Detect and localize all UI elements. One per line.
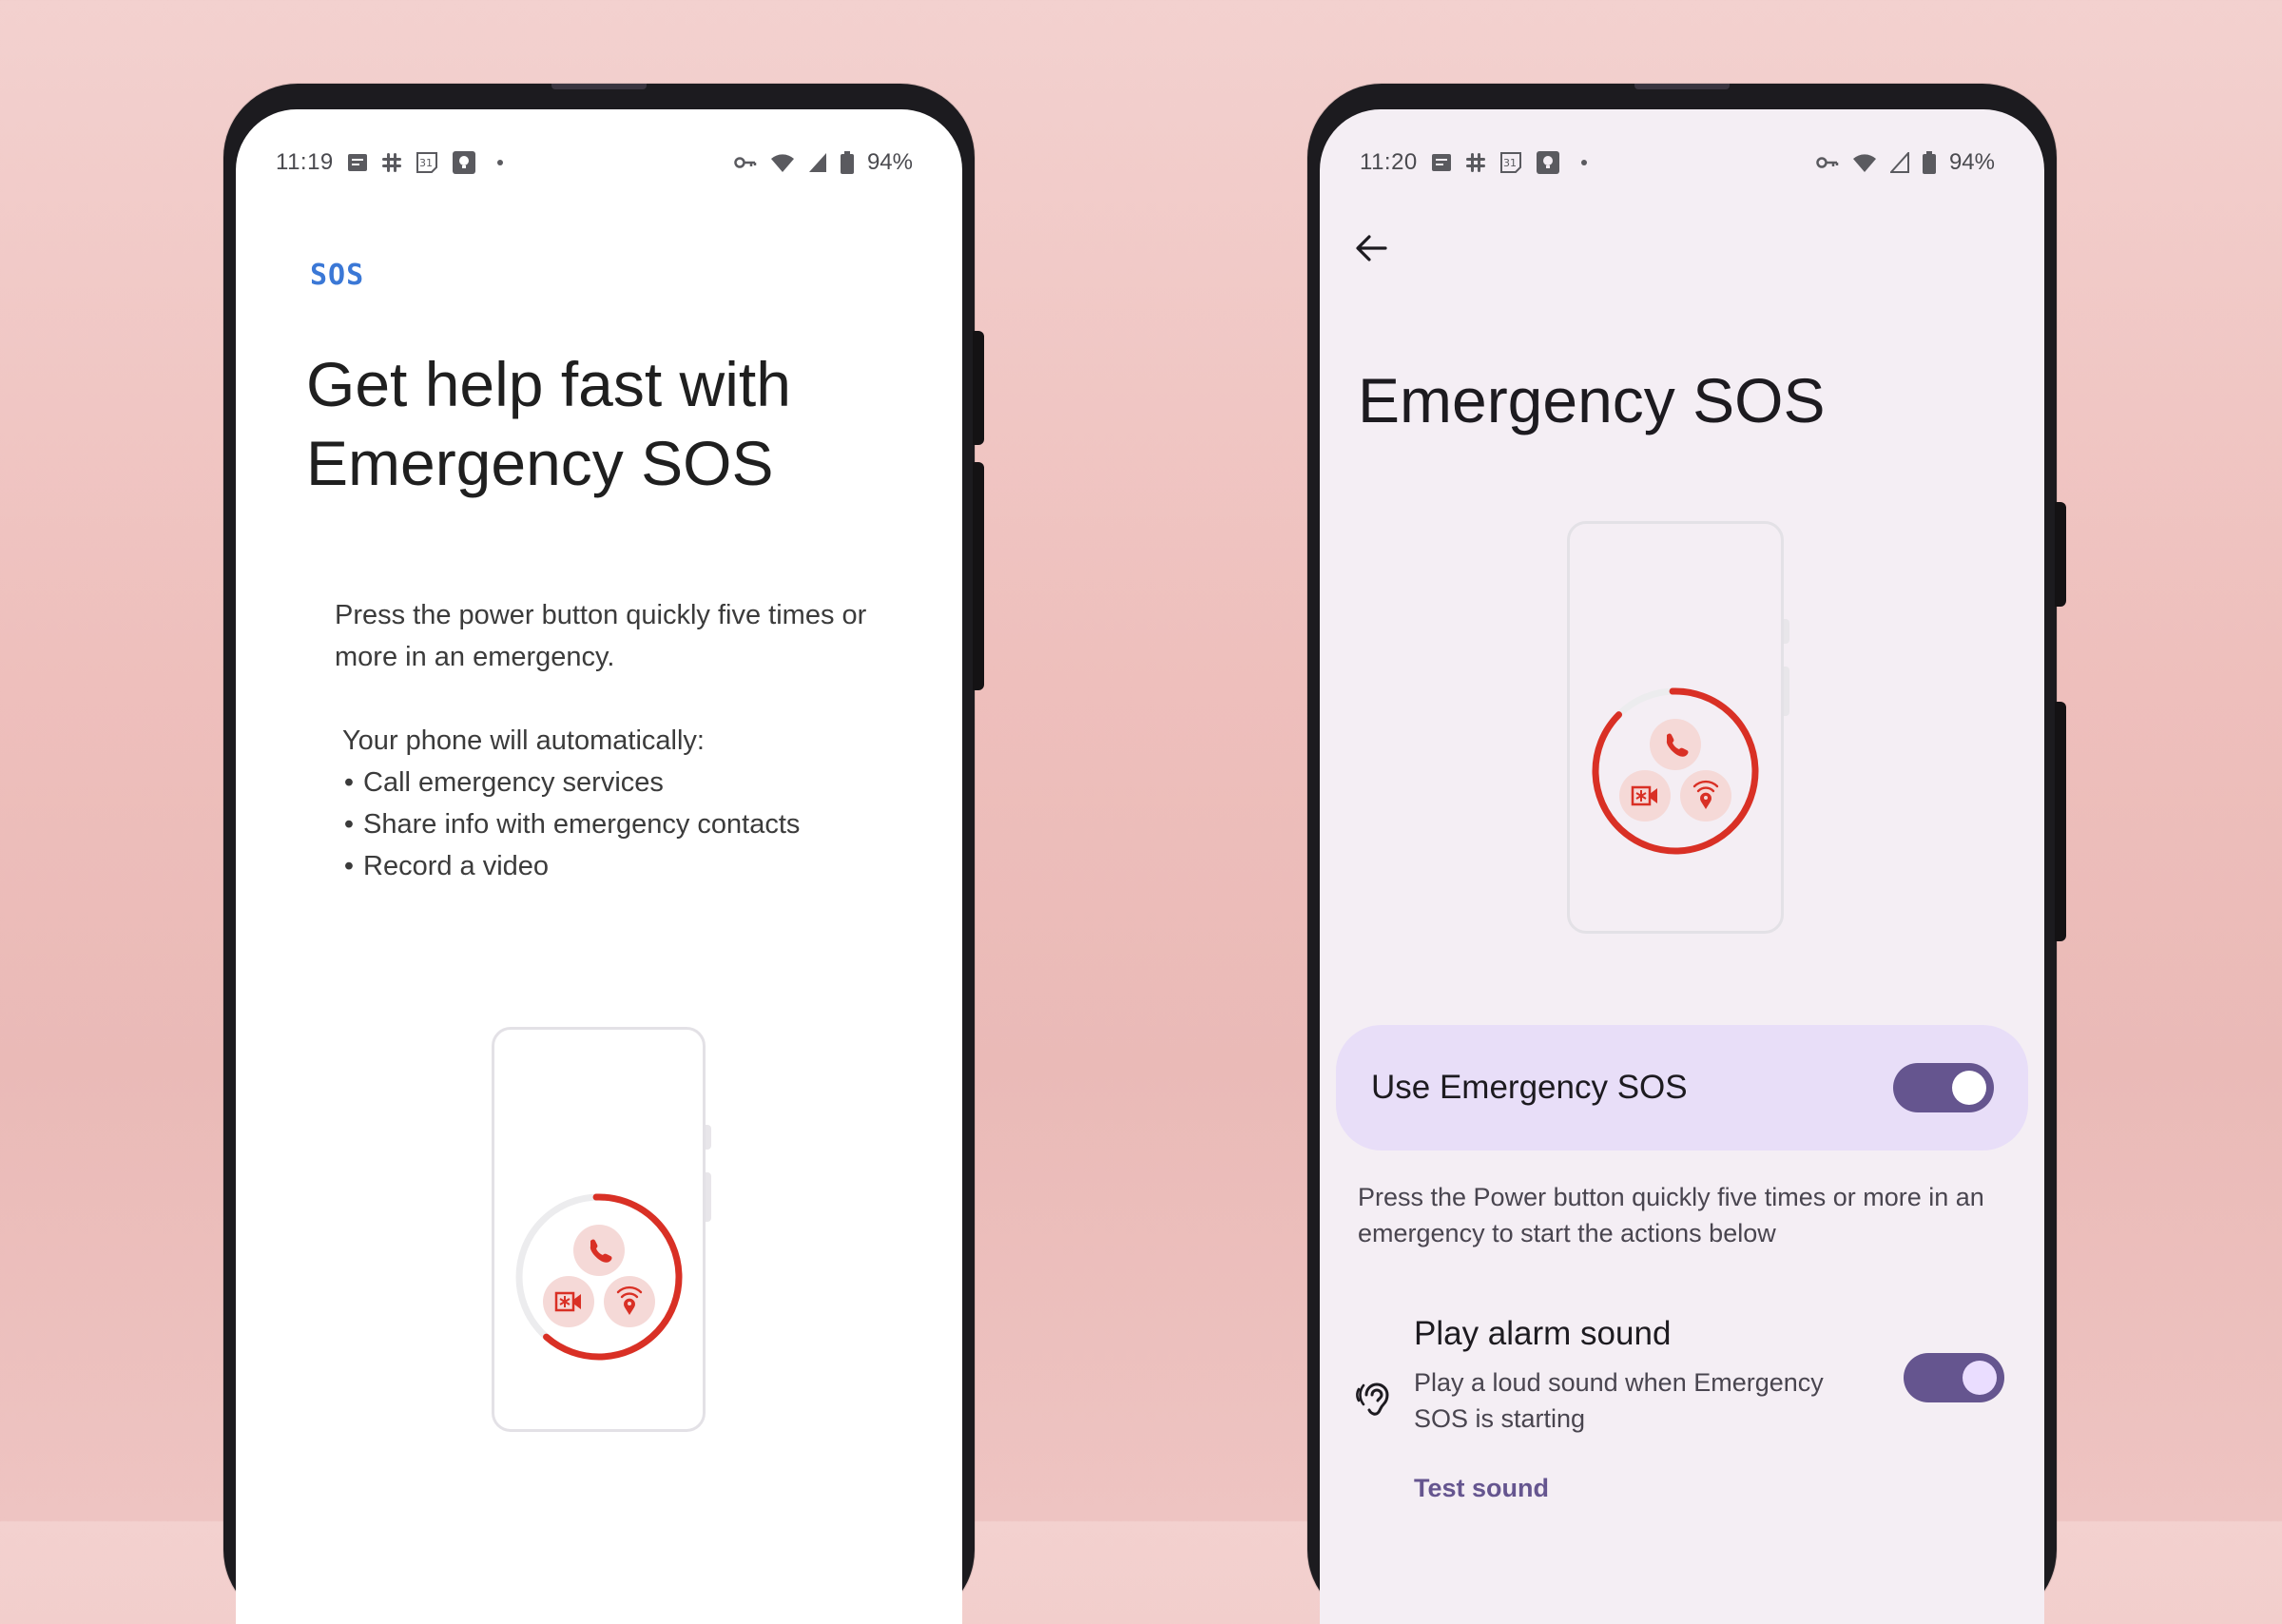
play-alarm-row[interactable]: Play alarm sound Play a loud sound when … <box>1320 1315 2044 1486</box>
screen-right: 11:20 31 94% Emergency SOS Use Emergency… <box>1320 109 2044 1624</box>
test-sound-button[interactable]: Test sound <box>1414 1474 1549 1503</box>
play-alarm-subtitle: Play a loud sound when Emergency SOS is … <box>1414 1368 1824 1433</box>
toggle-thumb <box>1963 1361 1997 1395</box>
phone-left: 11:19 31 94% SOS Get help fast with Emer… <box>223 84 984 1624</box>
status-bar: 11:20 31 94% <box>1360 147 1995 178</box>
video-record-icon <box>542 1276 594 1327</box>
power-button <box>973 331 984 445</box>
volume-button <box>973 462 984 690</box>
use-emergency-sos-label: Use Emergency SOS <box>1371 1069 1688 1106</box>
video-record-icon <box>1619 770 1671 822</box>
status-bar: 11:19 31 94% <box>276 147 913 178</box>
vpn-key-icon <box>1816 156 1839 169</box>
sos-illustration <box>1567 521 1789 934</box>
power-button <box>2055 502 2066 607</box>
svg-text:31: 31 <box>1503 157 1517 169</box>
phone-right: 11:20 31 94% Emergency SOS Use Emergency… <box>1307 84 2066 1624</box>
page-title: Emergency SOS <box>1358 365 1826 435</box>
calendar-icon: 31 <box>416 151 438 174</box>
sos-ring-graphic <box>515 1193 682 1361</box>
wifi-icon <box>1852 152 1877 173</box>
messages-icon <box>1431 153 1452 172</box>
arrow-back-icon <box>1355 234 1387 267</box>
location-share-icon <box>603 1276 655 1327</box>
wifi-icon <box>770 152 795 173</box>
status-time: 11:20 <box>1360 149 1418 175</box>
phone-speaker <box>1634 84 1730 89</box>
hearing-icon <box>1356 1382 1392 1424</box>
svg-text:31: 31 <box>419 157 433 169</box>
sos-ring-graphic <box>1592 687 1759 855</box>
calendar-icon: 31 <box>1499 151 1522 174</box>
battery-percentage: 94% <box>866 149 913 175</box>
play-alarm-toggle[interactable] <box>1904 1353 2004 1402</box>
signal-icon <box>808 152 827 173</box>
battery-percentage: 94% <box>1948 149 1995 175</box>
instructions: Press the power button quickly five time… <box>335 594 867 887</box>
volume-button <box>2055 702 2066 941</box>
page-title: Get help fast with Emergency SOS <box>306 349 791 498</box>
sos-description: Press the Power button quickly five time… <box>1358 1183 1984 1247</box>
slack-icon <box>381 152 402 173</box>
keep-icon <box>452 150 476 175</box>
keep-icon <box>1536 150 1560 175</box>
status-time: 11:19 <box>276 149 334 175</box>
messages-icon <box>347 153 368 172</box>
location-share-icon <box>1680 770 1731 822</box>
intro-text: Press the power button quickly five time… <box>335 600 867 672</box>
actions-list: • Call emergency services • Share info wit… <box>342 762 867 887</box>
more-notifications-dot <box>1580 160 1587 165</box>
play-alarm-title: Play alarm sound <box>1414 1315 1672 1352</box>
ring-progress <box>1592 687 1759 855</box>
auto-heading: Your phone will automatically: <box>342 725 705 756</box>
sos-logo: SOS <box>310 259 365 292</box>
vpn-key-icon <box>734 156 757 169</box>
sos-illustration <box>492 1027 711 1432</box>
use-emergency-sos-row[interactable]: Use Emergency SOS <box>1336 1025 2028 1150</box>
slack-icon <box>1465 152 1486 173</box>
battery-icon <box>1922 151 1936 174</box>
phone-speaker <box>551 84 647 89</box>
battery-icon <box>840 151 854 174</box>
toggle-thumb <box>1952 1071 1986 1105</box>
more-notifications-dot <box>496 160 503 165</box>
list-item: • Record a video <box>343 851 550 881</box>
use-emergency-sos-toggle[interactable] <box>1893 1063 1994 1112</box>
list-item: • Call emergency services <box>343 767 664 798</box>
signal-icon <box>1889 152 1909 173</box>
list-item: • Share info with emergency contacts <box>343 809 801 840</box>
phone-icon <box>572 1225 625 1276</box>
back-button[interactable] <box>1344 223 1398 277</box>
phone-icon <box>1650 719 1701 770</box>
screen-left: 11:19 31 94% SOS Get help fast with Emer… <box>236 109 962 1624</box>
